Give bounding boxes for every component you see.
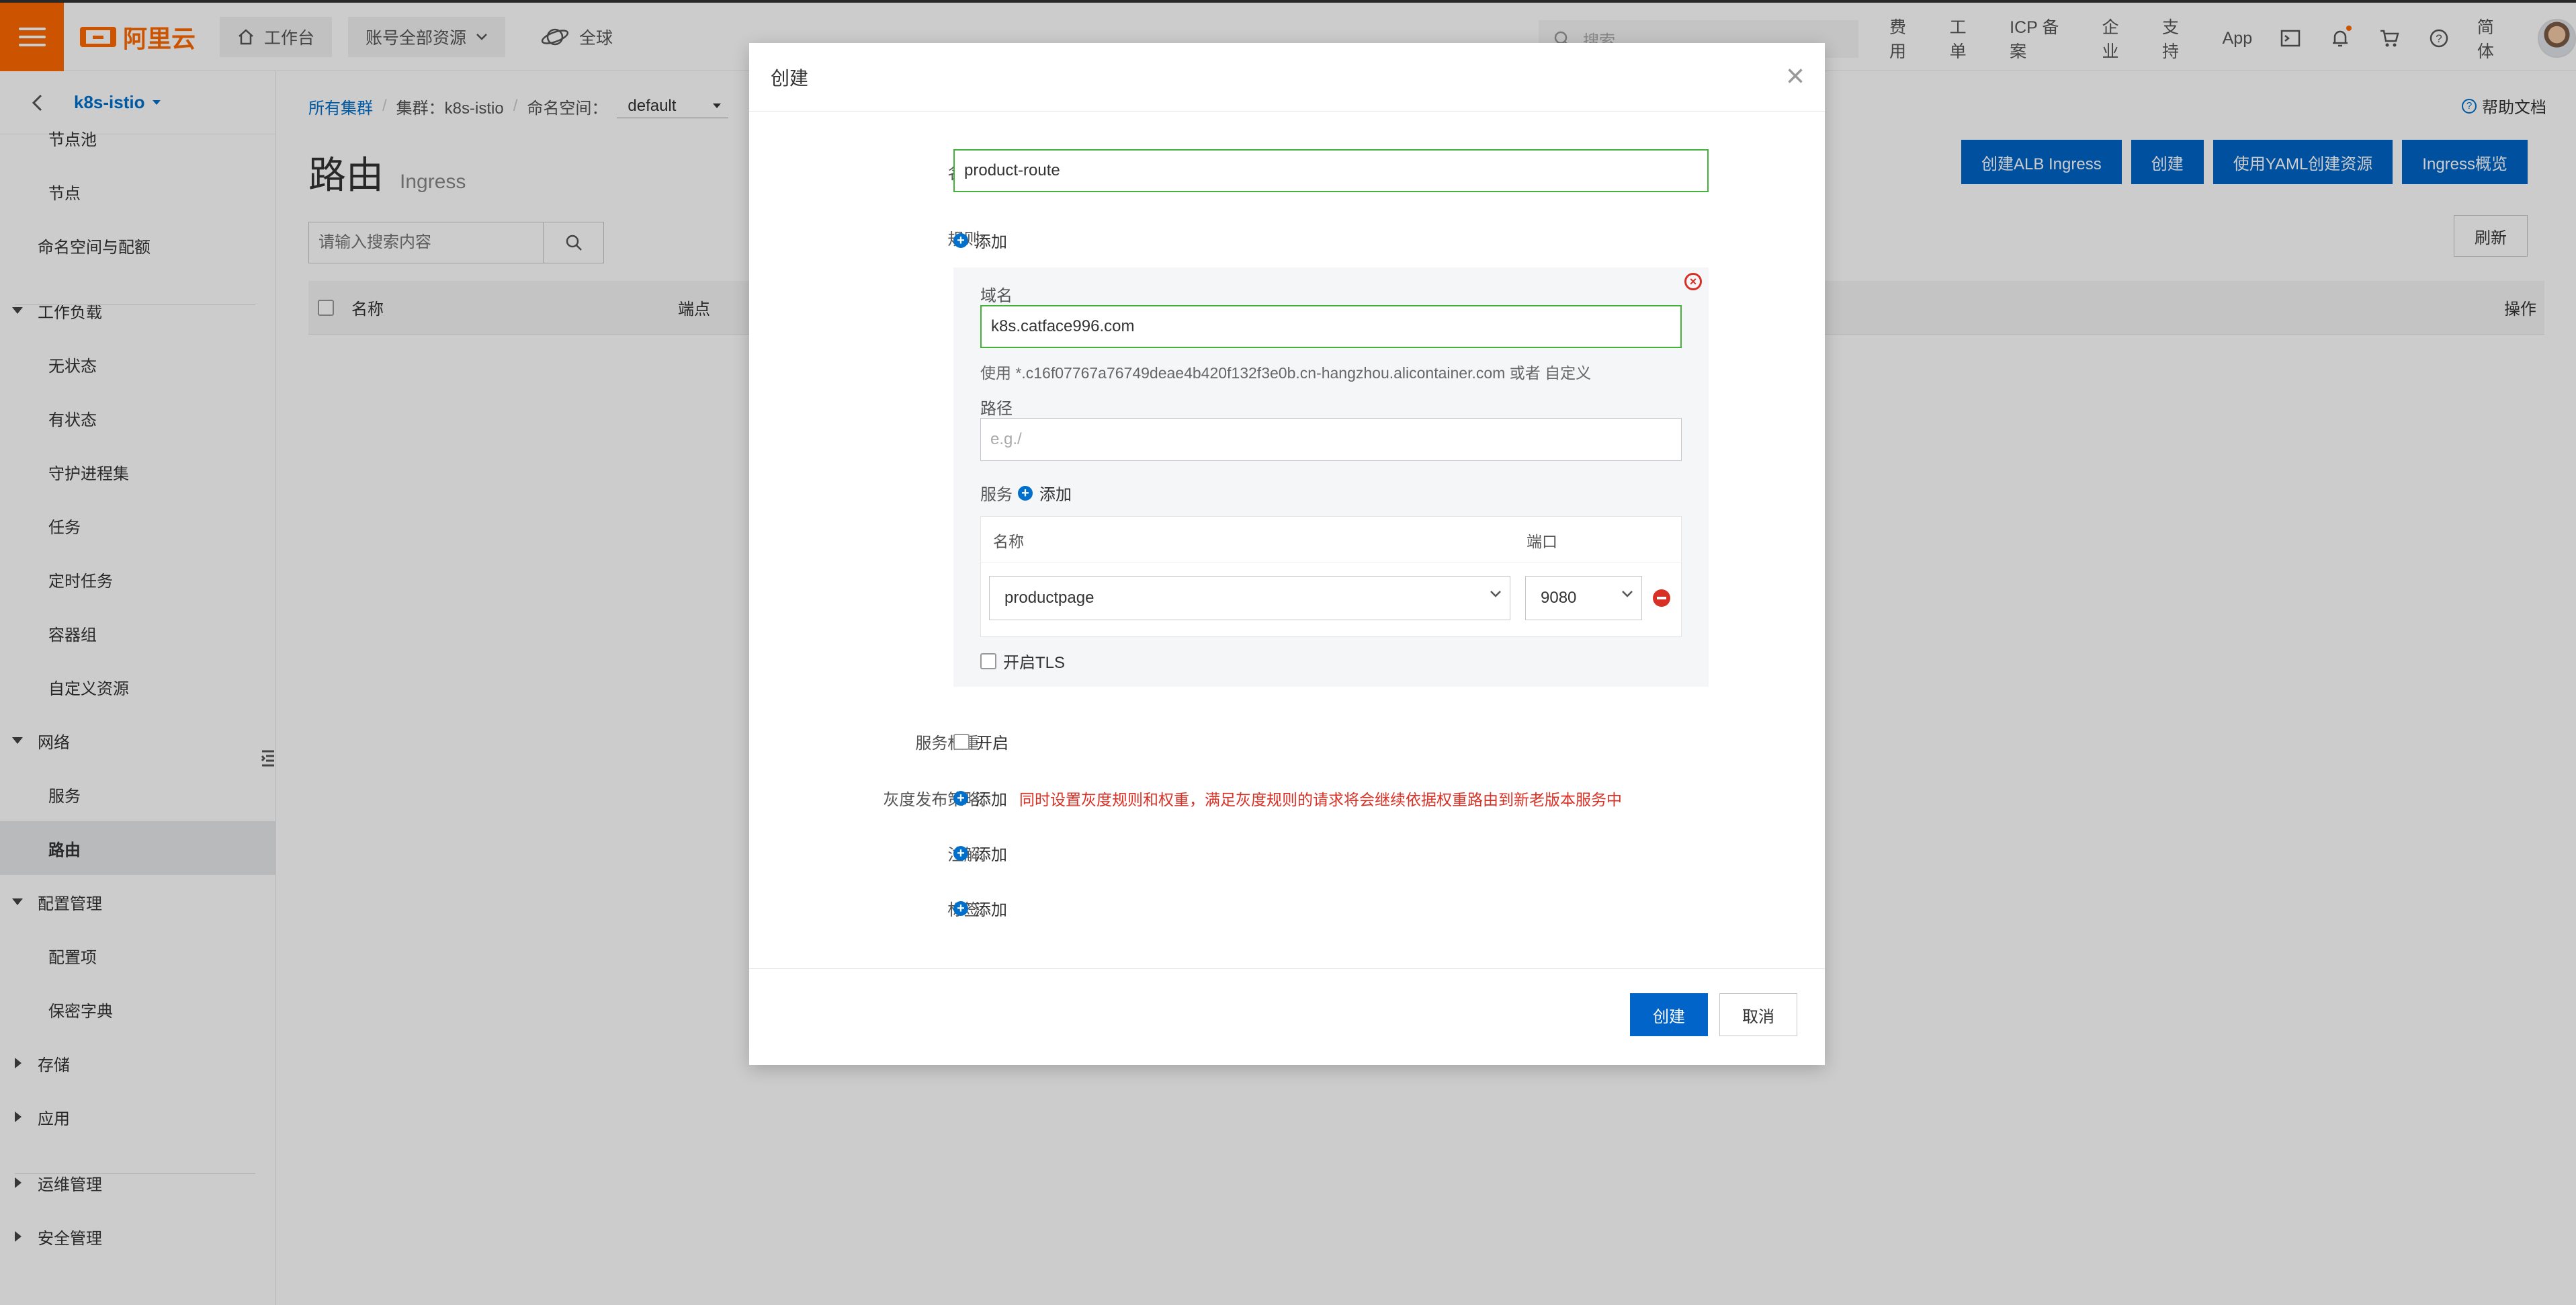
create-ingress-dialog: 创建 × 名称: product-route 规则: + 添加 × 域名 k8s…	[749, 43, 1825, 1065]
cancel-button[interactable]: 取消	[1719, 993, 1797, 1036]
domain-hint: 使用 *.c16f07767a76749deae4b420f132f3e0b.c…	[980, 360, 1591, 383]
service-name-value: productpage	[1004, 589, 1094, 607]
plus-circle-icon: +	[953, 233, 968, 248]
add-service-label: 添加	[1039, 486, 1072, 504]
domain-hint-text: 使用 *.c16f07767a76749deae4b420f132f3e0b.c…	[980, 364, 1541, 382]
add-annotation-button[interactable]: + 添加	[953, 841, 1007, 865]
dialog-footer: 创建 取消	[749, 968, 1825, 1065]
remove-service-icon[interactable]	[1653, 589, 1670, 607]
service-label: 服务	[980, 486, 1013, 504]
add-label-label: 添加	[975, 901, 1007, 919]
path-field[interactable]: e.g./	[980, 418, 1682, 461]
enable-tls-option[interactable]: 开启TLS	[980, 649, 1065, 673]
chevron-down-icon	[1622, 591, 1633, 597]
remove-rule-icon[interactable]: ×	[1684, 273, 1702, 290]
add-canary-label[interactable]: 添加	[975, 786, 1007, 810]
path-label: 路径	[980, 400, 1013, 418]
service-table-header: 名称 端口	[981, 517, 1681, 562]
dialog-title: 创建	[771, 67, 809, 89]
dialog-header: 创建	[749, 43, 1825, 112]
add-rule-button[interactable]: + 添加	[953, 228, 1007, 252]
add-annotation-label: 添加	[975, 846, 1007, 864]
rule-panel: × 域名 k8s.catface996.com 使用 *.c16f07767a7…	[953, 267, 1709, 687]
canary-policy-row: + 添加 同时设置灰度规则和权重，满足灰度规则的请求将会继续依据权重路由到新老版…	[953, 786, 1622, 810]
plus-circle-icon: +	[953, 900, 968, 916]
service-port-value: 9080	[1541, 589, 1577, 607]
enable-tls-checkbox[interactable]	[980, 652, 996, 669]
domain-label: 域名	[980, 287, 1013, 305]
close-icon[interactable]: ×	[1786, 60, 1805, 93]
custom-domain-link[interactable]: 自定义	[1545, 364, 1591, 382]
plus-circle-icon[interactable]: +	[953, 790, 968, 806]
service-column-port: 端口	[1527, 533, 1557, 550]
service-port-select[interactable]: 9080	[1525, 576, 1642, 620]
add-label-button[interactable]: + 添加	[953, 896, 1007, 920]
domain-field[interactable]: k8s.catface996.com	[980, 305, 1682, 348]
service-weight-option[interactable]: 开启	[953, 730, 1008, 753]
add-service-button[interactable]: + 添加	[1018, 481, 1072, 505]
plus-circle-icon: +	[953, 845, 968, 861]
service-name-select[interactable]: productpage	[989, 576, 1510, 620]
submit-create-button[interactable]: 创建	[1630, 993, 1708, 1036]
service-column-name: 名称	[993, 533, 1024, 550]
name-field[interactable]: product-route	[953, 149, 1709, 192]
enable-tls-label: 开启TLS	[1003, 654, 1066, 672]
service-table: 名称 端口 productpage 9080	[980, 516, 1682, 637]
chevron-down-icon	[1490, 591, 1501, 597]
service-weight-checkbox[interactable]	[953, 733, 970, 750]
plus-circle-icon: +	[1018, 485, 1033, 501]
service-weight-enable-label: 开启	[976, 734, 1008, 753]
add-rule-label: 添加	[975, 233, 1007, 251]
canary-warning-text: 同时设置灰度规则和权重，满足灰度规则的请求将会继续依据权重路由到新老版本服务中	[1019, 790, 1622, 808]
